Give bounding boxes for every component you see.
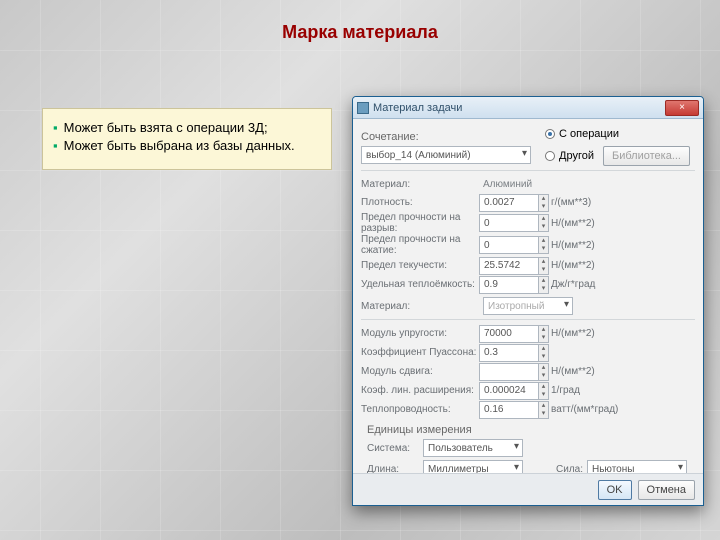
- unit-length-combo[interactable]: Миллиметры: [423, 460, 523, 473]
- density-row: Плотность: 0.0027 ▴▾ г/(мм**3): [361, 193, 695, 212]
- dialog-title: Материал задачи: [373, 102, 661, 114]
- spinner-icon[interactable]: ▴▾: [539, 236, 549, 254]
- bullet-text: Может быть взята с операции 3Д;: [64, 119, 268, 137]
- combine-combo[interactable]: выбор_14 (Алюминий): [361, 146, 531, 164]
- bullet-item: ▪ Может быть выбрана из базы данных.: [53, 137, 321, 155]
- bullet-item: ▪ Может быть взята с операции 3Д;: [53, 119, 321, 137]
- heat-field[interactable]: 0.9: [479, 276, 539, 294]
- material-label: Материал:: [361, 179, 479, 190]
- spinner-icon: ▴▾: [539, 363, 549, 381]
- radio-other[interactable]: [545, 151, 555, 161]
- titlebar: Материал задачи ×: [353, 97, 703, 119]
- units-title: Единицы измерения: [367, 424, 695, 436]
- app-icon: [357, 102, 369, 114]
- library-button[interactable]: Библиотека...: [603, 146, 690, 166]
- shear-field: [479, 363, 539, 381]
- spinner-icon[interactable]: ▴▾: [539, 214, 549, 232]
- bullet-text: Может быть выбрана из базы данных.: [64, 137, 295, 155]
- young-field[interactable]: 70000: [479, 325, 539, 343]
- spinner-icon[interactable]: ▴▾: [539, 194, 549, 212]
- bullet-icon: ▪: [53, 137, 58, 155]
- poisson-field[interactable]: 0.3: [479, 344, 539, 362]
- ok-button[interactable]: OK: [598, 480, 632, 500]
- radio-icon: [545, 129, 555, 139]
- material-value: Алюминий: [483, 179, 532, 190]
- close-button[interactable]: ×: [665, 100, 699, 116]
- spinner-icon[interactable]: ▴▾: [539, 257, 549, 275]
- radio-other-row: Другой Библиотека...: [545, 146, 695, 166]
- compress-field[interactable]: 0: [479, 236, 539, 254]
- tensile-field[interactable]: 0: [479, 214, 539, 232]
- unit-system-combo[interactable]: Пользователь: [423, 439, 523, 457]
- spinner-icon[interactable]: ▴▾: [539, 276, 549, 294]
- bullet-icon: ▪: [53, 119, 58, 137]
- unit-force-combo[interactable]: Ньютоны: [587, 460, 687, 473]
- dialog-body: Сочетание: выбор_14 (Алюминий) С операци…: [353, 119, 703, 473]
- yield-field[interactable]: 25.5742: [479, 257, 539, 275]
- note-panel: ▪ Может быть взята с операции 3Д; ▪ Может …: [42, 108, 332, 170]
- spinner-icon[interactable]: ▴▾: [539, 325, 549, 343]
- spinner-icon[interactable]: ▴▾: [539, 344, 549, 362]
- density-field[interactable]: 0.0027: [479, 194, 539, 212]
- radio-operation[interactable]: С операции: [545, 125, 695, 143]
- cancel-button[interactable]: Отмена: [638, 480, 695, 500]
- dialog-footer: OK Отмена: [353, 473, 703, 505]
- combine-label: Сочетание:: [361, 131, 537, 143]
- material-dialog: Материал задачи × Сочетание: выбор_14 (А…: [352, 96, 704, 506]
- conduct-field[interactable]: 0.16: [479, 401, 539, 419]
- spinner-icon[interactable]: ▴▾: [539, 401, 549, 419]
- spinner-icon[interactable]: ▴▾: [539, 382, 549, 400]
- expand-field[interactable]: 0.000024: [479, 382, 539, 400]
- isotropy-combo[interactable]: Изотропный: [483, 297, 573, 315]
- page-title: Марка материала: [0, 22, 720, 43]
